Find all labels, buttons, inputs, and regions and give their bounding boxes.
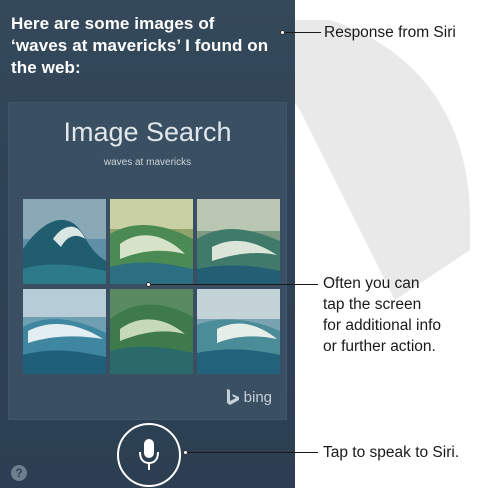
microphone-button[interactable]	[117, 423, 181, 487]
wave-image	[110, 289, 193, 374]
image-thumbnail[interactable]	[197, 289, 280, 374]
callout-tap-line: tap the screen	[323, 296, 422, 313]
bing-label: bing	[243, 389, 272, 406]
help-button[interactable]: ?	[11, 465, 27, 481]
image-search-card[interactable]: Image Search waves at mavericks bing	[8, 102, 287, 420]
image-thumbnail[interactable]	[23, 289, 106, 374]
siri-response-text: Here are some images of ‘waves at maveri…	[11, 14, 269, 77]
callout-tap-line: Often you can	[323, 275, 420, 292]
image-thumbnail[interactable]	[23, 199, 106, 284]
wave-image	[110, 199, 193, 284]
callout-response: Response from Siri	[324, 24, 456, 41]
callout-tap-screen: Often you can tap the screen for additio…	[323, 273, 441, 357]
callout-tap-line: for additional info	[323, 317, 442, 334]
wave-image	[23, 199, 106, 284]
wave-image	[197, 199, 280, 284]
wave-image	[23, 289, 106, 374]
search-query: waves at mavericks	[103, 157, 192, 168]
siri-screen[interactable]: Here are some images of ‘waves at maveri…	[0, 0, 295, 488]
callout-speak: Tap to speak to Siri.	[323, 444, 460, 461]
microphone-icon	[139, 439, 159, 470]
callout-line-response	[285, 32, 321, 33]
bing-attribution: bing	[226, 389, 272, 406]
figure: Here are some images of ‘waves at maveri…	[0, 0, 501, 488]
card-title: Image Search	[63, 117, 232, 147]
bing-logo-icon	[226, 389, 239, 405]
image-thumbnail[interactable]	[110, 199, 193, 284]
callout-line-speak	[188, 452, 318, 453]
wave-image	[197, 289, 280, 374]
image-thumbnail[interactable]	[110, 289, 193, 374]
callout-line-tap	[151, 284, 318, 285]
image-thumbnail[interactable]	[197, 199, 280, 284]
callout-tap-line: or further action.	[323, 338, 436, 355]
